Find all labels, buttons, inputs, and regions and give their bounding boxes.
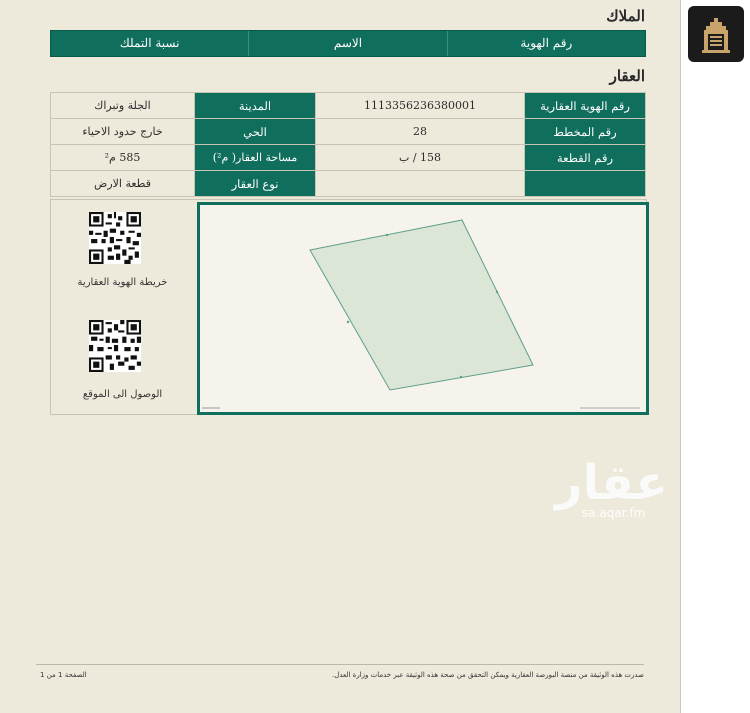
property-map[interactable] (197, 202, 649, 415)
qr-code-icon[interactable] (89, 320, 141, 372)
property-document: الملاك رقم الهوية الاسم نسبة التملك العق… (0, 0, 681, 713)
ownership-ratio-column: نسبة التملك (119, 36, 180, 50)
table-row: نوع العقار قطعة الارض (50, 170, 646, 197)
plot-number-label: رقم القطعة (524, 144, 646, 171)
property-type-label: نوع العقار (194, 170, 316, 197)
location-qr-label: الوصول الى الموقع (82, 389, 163, 400)
property-section-title: العقار (609, 67, 645, 85)
app-logo-icon[interactable] (688, 6, 744, 62)
property-table: رقم الهوية العقارية 1113356236380001 الم… (50, 92, 646, 197)
watermark-logo: عقار (555, 455, 668, 511)
plan-number-label: رقم المخطط (524, 118, 646, 145)
area-value: 585 م² (50, 144, 195, 171)
area-label: مساحة العقار( م²) (194, 144, 316, 171)
footer-divider (36, 664, 644, 665)
footer-note: صدرت هذه الوثيقة من منصة البورصة العقاري… (332, 671, 644, 679)
map-section: خريطة الهوية العقارية الوصول الى الموقع (50, 199, 649, 415)
property-id-value: 1113356236380001 (315, 92, 525, 119)
property-type-value: قطعة الارض (50, 170, 195, 197)
owner-id-column: رقم الهوية (446, 31, 645, 56)
owner-name-column: الاسم (248, 31, 446, 56)
property-map-qr-label: خريطة الهوية العقارية (77, 277, 168, 288)
plot-number-value: 158 / ب (315, 144, 525, 171)
empty-label (524, 170, 646, 197)
watermark-url: sa.aqar.fm (582, 506, 646, 520)
table-row: رقم المخطط 28 الحي خارج حدود الاحياء (50, 118, 646, 145)
table-row: رقم القطعة 158 / ب مساحة العقار( م²) 585… (50, 144, 646, 171)
page-number: الصفحة 1 من 1 (40, 671, 87, 679)
city-label: المدينة (194, 92, 316, 119)
owners-table-header: رقم الهوية الاسم نسبة التملك (50, 30, 646, 57)
table-row: رقم الهوية العقارية 1113356236380001 الم… (50, 92, 646, 119)
qr-code-icon[interactable] (89, 212, 141, 264)
app-logo-graphic (702, 18, 730, 53)
parcel-map-graphic (200, 205, 646, 412)
city-value: الجلة وتبراك (50, 92, 195, 119)
qr-column: خريطة الهوية العقارية الوصول الى الموقع (51, 200, 194, 414)
empty-value (315, 170, 525, 197)
owners-section-title: الملاك (606, 7, 645, 25)
district-value: خارج حدود الاحياء (50, 118, 195, 145)
property-id-label: رقم الهوية العقارية (524, 92, 646, 119)
plan-number-value: 28 (315, 118, 525, 145)
district-label: الحي (194, 118, 316, 145)
